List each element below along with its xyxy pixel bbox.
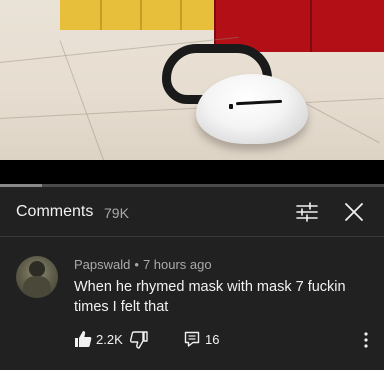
reply-count: 16 [205,332,220,347]
sliders-icon[interactable] [296,202,318,222]
close-icon[interactable] [343,201,365,223]
mask-mouth [235,99,283,106]
floor-line [59,40,105,160]
comment-author[interactable]: Papswald [74,257,130,272]
comment-meta: Papswald • 7 hours ago [74,257,212,272]
video-letterbox [0,160,384,184]
mask-eye [229,104,233,109]
mask-object [196,74,308,144]
comments-title: Comments [16,203,94,220]
thumbs-up-icon[interactable] [74,330,92,348]
comments-count: 79K [104,205,129,221]
reply-icon[interactable] [184,331,200,347]
thumbs-down-icon[interactable] [129,331,148,349]
video-player[interactable] [0,0,384,160]
avatar[interactable] [16,256,58,298]
comment-time: 7 hours ago [142,257,212,272]
comment-item: Papswald • 7 hours ago When he rhymed mask… [0,237,384,370]
wall-tiles [60,0,220,30]
meta-separator: • [134,257,139,272]
more-vertical-icon[interactable] [358,330,374,350]
comment-text: When he rhymed mask with mask 7 fuckin t… [74,279,346,315]
comments-header: Comments 79K [0,187,384,235]
like-count: 2.2K [96,332,123,347]
floor-line [299,100,380,144]
